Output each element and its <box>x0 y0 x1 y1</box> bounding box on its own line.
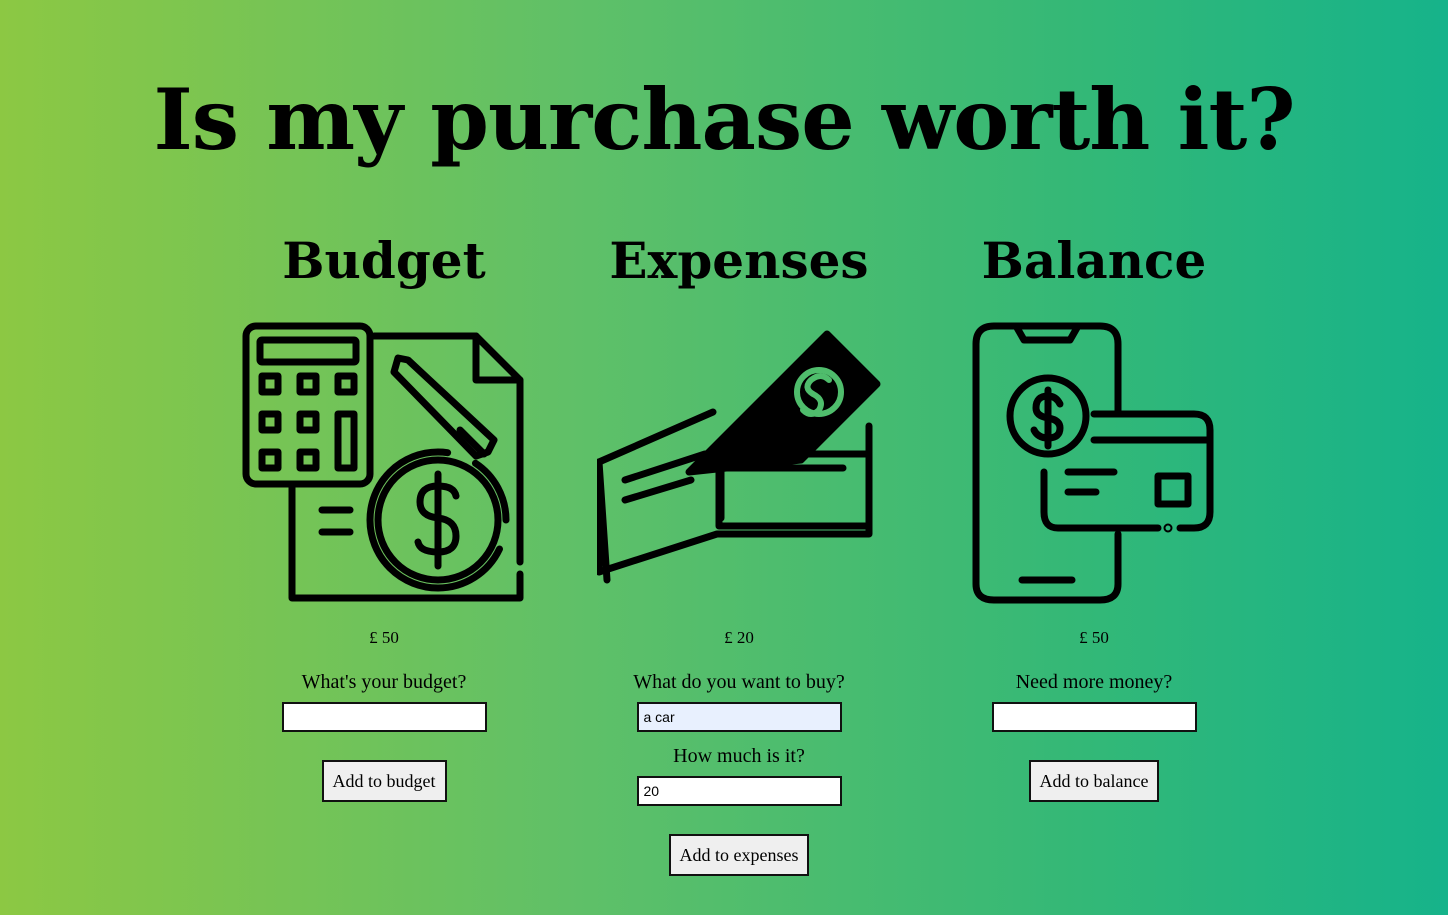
calculator-document-dollar-icon <box>242 322 524 602</box>
expenses-heading: Expenses <box>609 231 869 290</box>
budget-input[interactable] <box>281 702 487 732</box>
add-to-budget-button[interactable]: Add to budget <box>321 760 447 802</box>
add-to-expenses-button[interactable]: Add to expenses <box>668 834 810 876</box>
balance-heading: Balance <box>981 231 1207 290</box>
balance-input[interactable] <box>991 702 1197 732</box>
wallet-cash-icon <box>597 330 881 584</box>
expense-cost-prompt: How much is it? <box>673 745 805 767</box>
expenses-amount: £ 20 <box>724 628 754 647</box>
expense-item-prompt: What do you want to buy? <box>633 671 845 693</box>
budget-prompt: What's your budget? <box>301 671 467 693</box>
budget-section: Budget £ 50 What's your budget? Add to b… <box>204 228 564 802</box>
budget-heading: Budget <box>282 231 486 290</box>
phone-card-payment-icon <box>972 322 1214 604</box>
balance-amount: £ 50 <box>1079 628 1109 647</box>
page-title: Is my purchase worth it? <box>153 70 1295 169</box>
balance-section: Balance £ 50 Need more money? Add to bal… <box>914 228 1274 802</box>
balance-prompt: Need more money? <box>1015 671 1173 693</box>
expense-cost-input[interactable] <box>636 776 842 806</box>
budget-amount: £ 50 <box>369 628 399 647</box>
expense-item-input[interactable] <box>636 702 842 732</box>
expenses-section: Expenses £ 20 What do you want to buy? H… <box>559 228 919 876</box>
add-to-balance-button[interactable]: Add to balance <box>1028 760 1160 802</box>
